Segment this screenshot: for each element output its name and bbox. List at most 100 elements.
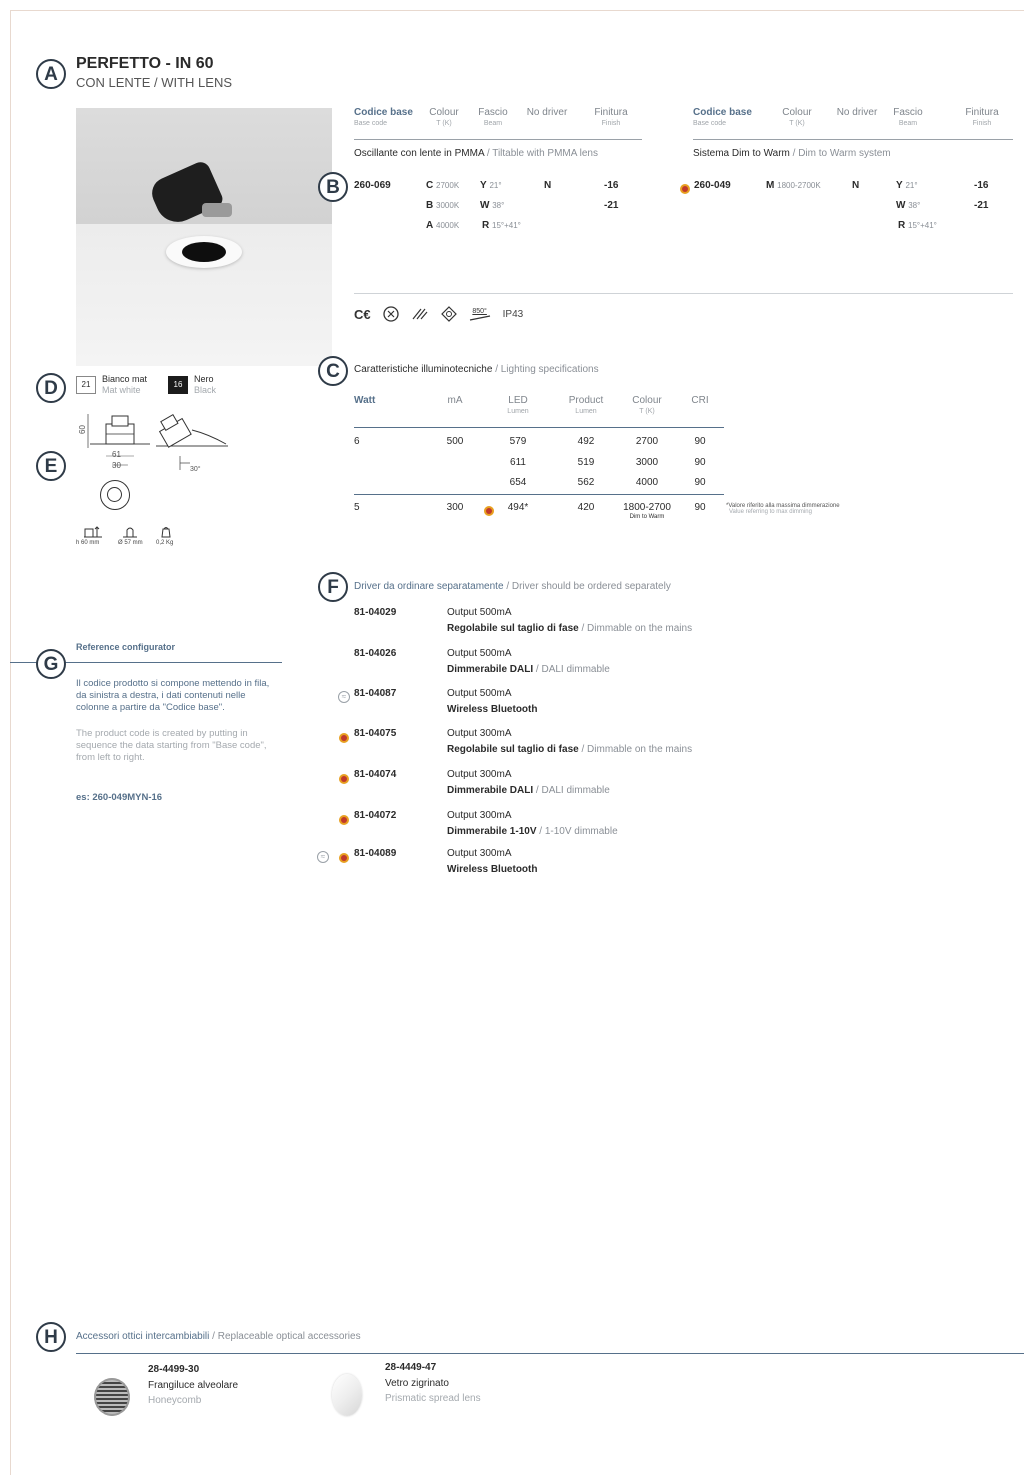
- col-b-beam-y: Y 21°: [896, 180, 918, 191]
- lighting-header-colour: Colour T (K): [632, 395, 662, 415]
- dim-width-61: 61: [112, 450, 121, 459]
- lighting-rule: [354, 427, 724, 428]
- certifications-rule: [354, 293, 1013, 294]
- weight-icon: [161, 527, 171, 538]
- ce-mark-icon: C€: [354, 306, 371, 322]
- section-marker-h: H: [36, 1322, 66, 1352]
- lighting-rule-dtw: [354, 494, 724, 495]
- technical-drawing-icon: [87, 413, 228, 470]
- col-a-driver: N: [544, 180, 552, 191]
- accessories-rule: [76, 1353, 1024, 1354]
- col-a-finish-16: -16: [604, 180, 619, 191]
- col-a-header-beam: Fascio Beam: [478, 107, 508, 127]
- col-b-header-code: Codice base Base code: [693, 107, 752, 127]
- section-marker-b: B: [318, 172, 348, 202]
- bluetooth-icon: ≈: [317, 848, 329, 866]
- dim-to-warm-icon: [339, 770, 349, 788]
- driver-output: Output 300mA: [447, 848, 512, 859]
- col-b-base-code: 260-049: [694, 180, 731, 191]
- col-a-finish-21: -21: [604, 200, 619, 211]
- swatch-white-label: Bianco mat Mat white: [102, 374, 148, 395]
- glow-wire-mark-icon: 850°: [469, 308, 491, 321]
- dim-tilt: 30°: [190, 466, 201, 473]
- col-a-colour-c: C 2700K: [426, 180, 460, 191]
- driver-output: Output 500mA: [447, 688, 512, 699]
- driver-dimming: Dimmerabile 1-10V / 1-10V dimmable: [447, 826, 618, 837]
- col-a-header-driver: No driver: [526, 107, 568, 118]
- lighting-row3-led: 654: [509, 477, 527, 488]
- configurator-example: es: 260-049MYN-16: [76, 792, 163, 803]
- col-a-header-code: Codice base Base code: [354, 107, 413, 127]
- driver-code: 81-04087: [354, 688, 397, 699]
- lighting-header-cri: CRI: [691, 395, 709, 406]
- driver-output: Output 500mA: [447, 648, 512, 659]
- col-b-header-finish: Finitura Finish: [965, 107, 999, 127]
- driver-dimming: Wireless Bluetooth: [447, 704, 538, 715]
- col-a-beam-y: Y 21°: [480, 180, 502, 191]
- lighting-dtw-icon: [484, 502, 494, 520]
- lighting-note: *Valore riferito alla massima dimmerazio…: [726, 503, 840, 515]
- section-marker-g: G: [36, 649, 66, 679]
- lighting-title: Caratteristiche illuminotecniche / Light…: [354, 364, 599, 375]
- driver-dimming: Wireless Bluetooth: [447, 864, 538, 875]
- lighting-header-ma: mA: [447, 395, 463, 406]
- dim-to-warm-icon: [680, 180, 690, 198]
- driver-output: Output 300mA: [447, 810, 512, 821]
- dim-height: 60: [77, 425, 87, 434]
- accessory-code: 28-4449-47: [385, 1362, 437, 1373]
- accessory-name-en: Honeycomb: [148, 1395, 202, 1406]
- swatch-black-label: Nero Black: [194, 374, 217, 395]
- configurator-text-en: The product code is created by putting i…: [76, 728, 267, 763]
- bluetooth-icon: ≈: [338, 688, 350, 706]
- lighting-row3-product: 562: [577, 477, 595, 488]
- col-a-colour-a: A 4000K: [426, 220, 460, 231]
- lighting-dtw-watt: 5: [354, 502, 360, 513]
- lighting-dtw-product: 420: [577, 502, 595, 513]
- lighting-row2-colour: 3000: [635, 457, 659, 468]
- lighting-row1-led: 579: [509, 436, 527, 447]
- enec-mark-icon: [382, 306, 399, 322]
- driver-dimming: Dimmerabile DALI / DALI dimmable: [447, 664, 610, 675]
- accessory-code: 28-4499-30: [148, 1364, 200, 1375]
- driver-output: Output 300mA: [447, 728, 512, 739]
- dimension-drawing: [76, 410, 236, 482]
- lighting-dtw-colour: 1800-2700: [623, 502, 671, 513]
- lighting-row1-ma: 500: [446, 436, 464, 447]
- driver-code: 81-04026: [354, 648, 397, 659]
- col-b-description: Sistema Dim to Warm / Dim to Warm system: [693, 148, 891, 159]
- col-b-rule: [693, 139, 1013, 140]
- cutout-icon: [123, 527, 137, 538]
- product-photo: [76, 108, 332, 366]
- driver-output: Output 500mA: [447, 607, 512, 618]
- driver-code: 81-04029: [354, 607, 397, 618]
- lighting-header-product: Product Lumen: [568, 395, 604, 415]
- height-icon: [84, 526, 102, 538]
- lighting-row2-cri: 90: [694, 457, 706, 468]
- luminaire-aperture: [182, 242, 226, 262]
- dim-to-warm-icon: [339, 849, 349, 867]
- section-marker-c: C: [318, 356, 348, 386]
- lighting-row1-colour: 2700: [635, 436, 659, 447]
- section-marker-d: D: [36, 373, 66, 403]
- driver-code: 81-04075: [354, 728, 397, 739]
- section-marker-e: E: [36, 451, 66, 481]
- driver-dimming: Regolabile sul taglio di fase / Dimmable…: [447, 623, 693, 634]
- driver-code: 81-04074: [354, 769, 397, 780]
- hot-surface-mark-icon: [412, 308, 428, 320]
- lighting-row1-cri: 90: [694, 436, 706, 447]
- honeycomb-image: [94, 1378, 130, 1416]
- luminaire-head: [147, 159, 225, 229]
- accessories-title: Accessori ottici intercambiabili / Repla…: [76, 1331, 361, 1342]
- col-b-header-colour: Colour T (K): [782, 107, 812, 127]
- product-title: PERFETTO - IN 60: [76, 55, 214, 72]
- col-b-header-driver: No driver: [836, 107, 878, 118]
- lighting-row3-colour: 4000: [635, 477, 659, 488]
- ip-rating: IP43: [502, 308, 524, 320]
- configurator-text-it: Il codice prodotto si compone mettendo i…: [76, 678, 270, 713]
- col-b-beam-r: R 15°+41°: [898, 220, 937, 231]
- spec-cutout: Ø 57 mm: [118, 540, 143, 546]
- lighting-header-led: LED Lumen: [507, 395, 529, 415]
- luminaire-ring: [166, 236, 242, 268]
- section-marker-a: A: [36, 59, 66, 89]
- col-b-finish-16: -16: [974, 180, 989, 191]
